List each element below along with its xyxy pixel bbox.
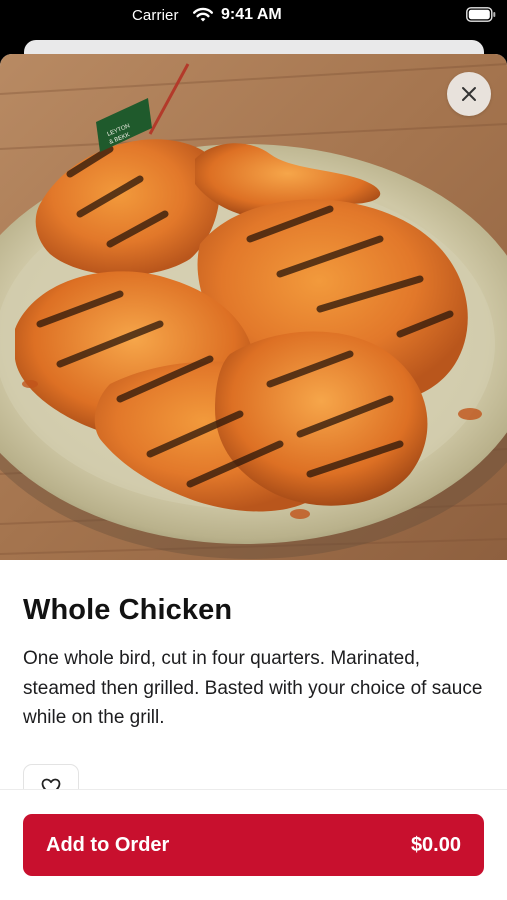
item-description: One whole bird, cut in four quarters. Ma… <box>23 648 483 728</box>
clock: 9:41 AM <box>221 6 282 23</box>
add-to-order-label: Add to Order <box>46 834 170 856</box>
order-price: $0.00 <box>410 834 461 856</box>
grilled-whole-chicken-photo: LEYTON & BEKK <box>0 54 507 560</box>
item-detail-sheet: LEYTON & BEKK Whole Chicken One whole bi… <box>0 54 507 900</box>
add-to-order-button[interactable]: Add to Order $0.00 <box>23 814 484 876</box>
close-button[interactable] <box>447 72 491 116</box>
carrier-label: Carrier <box>132 7 179 24</box>
wifi-icon <box>193 7 213 22</box>
status-bar: Carrier 9:41 AM <box>0 0 507 32</box>
order-footer: Add to Order $0.00 <box>0 789 507 900</box>
phone-screen: Carrier 9:41 AM LEYTON & BEKK Whole Chic… <box>0 0 507 900</box>
close-icon <box>462 87 476 101</box>
item-hero-image: LEYTON & BEKK <box>0 54 507 560</box>
battery-icon <box>466 7 496 22</box>
item-title: Whole Chicken <box>23 594 233 626</box>
